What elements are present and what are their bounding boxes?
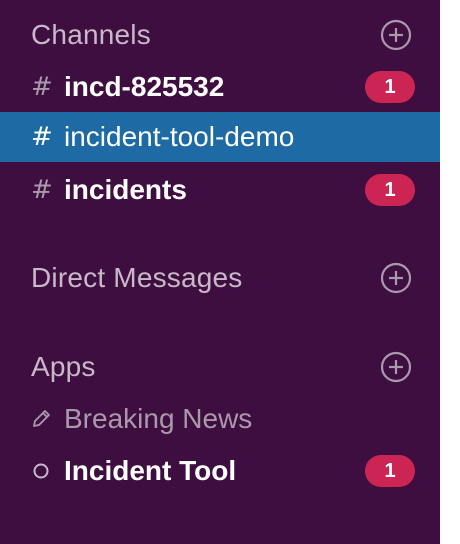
- channel-name: incidents: [64, 174, 187, 205]
- apps-heading[interactable]: Apps: [31, 351, 96, 383]
- add-channel-plus-circle-icon[interactable]: [380, 19, 412, 51]
- content-edge: [440, 0, 460, 544]
- channel-item-incident-tool-demo[interactable]: # incident-tool-demo: [0, 112, 440, 162]
- app-item-breaking-news[interactable]: Breaking News: [0, 399, 440, 439]
- add-app-plus-circle-icon[interactable]: [380, 351, 412, 383]
- pencil-icon: [30, 408, 52, 430]
- unread-badge: 1: [365, 71, 415, 103]
- unread-badge: 1: [365, 174, 415, 206]
- channel-name: incd-825532: [64, 71, 225, 102]
- channels-section-header[interactable]: Channels: [0, 13, 440, 57]
- direct-messages-section-header[interactable]: Direct Messages: [0, 256, 440, 300]
- channel-hash-icon: #: [31, 122, 53, 152]
- channel-name: incident-tool-demo: [64, 121, 295, 152]
- app-name: Breaking News: [64, 403, 253, 434]
- app-name: Incident Tool: [64, 455, 237, 486]
- add-direct-message-plus-circle-icon[interactable]: [380, 262, 412, 294]
- presence-circle-icon: [30, 460, 52, 482]
- channel-hash-icon: #: [31, 72, 53, 102]
- channel-item-incd-825532[interactable]: # incd-825532 1: [0, 67, 440, 107]
- channels-heading[interactable]: Channels: [31, 19, 151, 51]
- channel-hash-icon: #: [31, 175, 53, 205]
- sidebar: Channels # incd-825532 1 # incident-tool…: [0, 0, 440, 544]
- app-item-incident-tool[interactable]: Incident Tool 1: [0, 451, 440, 491]
- direct-messages-heading[interactable]: Direct Messages: [31, 262, 243, 294]
- apps-section-header[interactable]: Apps: [0, 345, 440, 389]
- channel-item-incidents[interactable]: # incidents 1: [0, 170, 440, 210]
- unread-badge: 1: [365, 455, 415, 487]
